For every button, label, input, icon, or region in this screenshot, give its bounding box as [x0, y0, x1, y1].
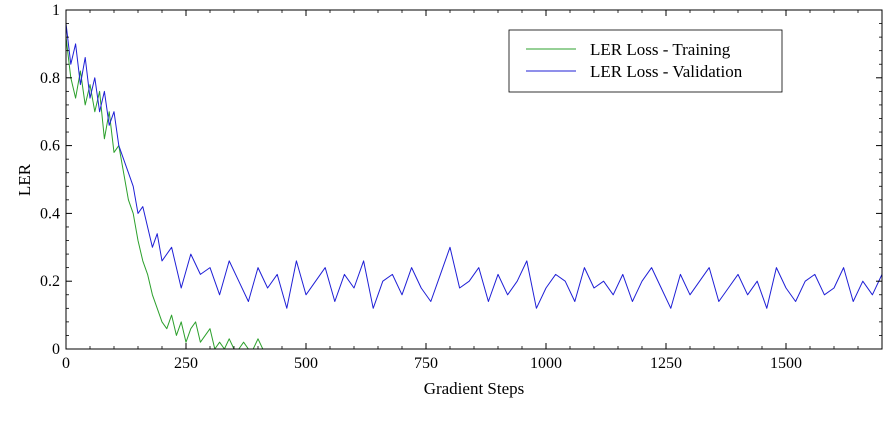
y-axis-label: LER [15, 163, 34, 196]
x-tick-label: 1500 [770, 355, 802, 372]
y-tick-label: 0 [52, 341, 60, 358]
x-tick-label: 750 [414, 355, 438, 372]
y-tick-label: 0.4 [40, 205, 60, 222]
legend: LER Loss - Training LER Loss - Validatio… [508, 29, 783, 93]
y-tick-label: 0.2 [40, 273, 60, 290]
y-tick-label: 0.6 [40, 138, 60, 155]
line-chart: 0 250 500 750 1000 1250 1500 0 0.2 0.4 0.6 0.8 1 Gra… [15, 2, 883, 398]
y-tick-label: 1 [52, 2, 60, 19]
legend-label-training: LER Loss - Training [590, 40, 731, 59]
x-tick-label: 1250 [650, 355, 682, 372]
chart-root: 0 250 500 750 1000 1250 1500 0 0.2 0.4 0.6 0.8 1 Gra… [0, 0, 891, 416]
legend-label-validation: LER Loss - Validation [590, 62, 743, 81]
y-tick-label: 0.8 [40, 70, 60, 87]
x-tick-label: 0 [62, 355, 70, 372]
x-axis-label: Gradient Steps [424, 379, 525, 398]
x-tick-label: 250 [174, 355, 198, 372]
x-tick-label: 1000 [530, 355, 562, 372]
x-tick-label: 500 [294, 355, 318, 372]
